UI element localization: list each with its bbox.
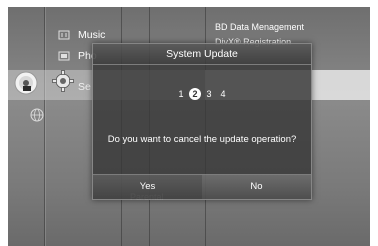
photo-icon [58,51,70,61]
system-update-dialog: System Update 1 2 3 4 Do you want to can… [92,43,312,200]
settings-gear-icon[interactable] [52,70,74,97]
screen: Music Pho Se BD Data Menagement DivX® Re… [0,0,378,246]
category-music[interactable]: Music [58,29,105,41]
update-steps: 1 2 3 4 [93,88,311,100]
dialog-message: Do you want to cancel the update operati… [107,134,297,145]
tv-menu-screen: Music Pho Se BD Data Menagement DivX® Re… [8,7,370,246]
yes-button[interactable]: Yes [93,175,202,199]
dialog-title: System Update [93,44,311,65]
music-icon [58,30,70,40]
category-settings-label: Se [78,81,91,93]
submenu-bd-data-management[interactable]: BD Data Menagement [215,22,304,32]
dialog-buttons: Yes No [93,174,311,199]
category-settings[interactable]: Se [78,81,91,93]
category-photo[interactable]: Pho [58,50,97,62]
disc-icon[interactable] [14,71,38,100]
step-2-active: 2 [189,88,201,100]
column-divider [45,7,46,246]
step-4: 4 [220,89,226,99]
step-1: 1 [178,89,184,99]
step-3: 3 [206,89,212,99]
network-globe-icon[interactable] [30,108,44,127]
no-button[interactable]: No [202,175,311,199]
category-music-label: Music [78,29,106,41]
